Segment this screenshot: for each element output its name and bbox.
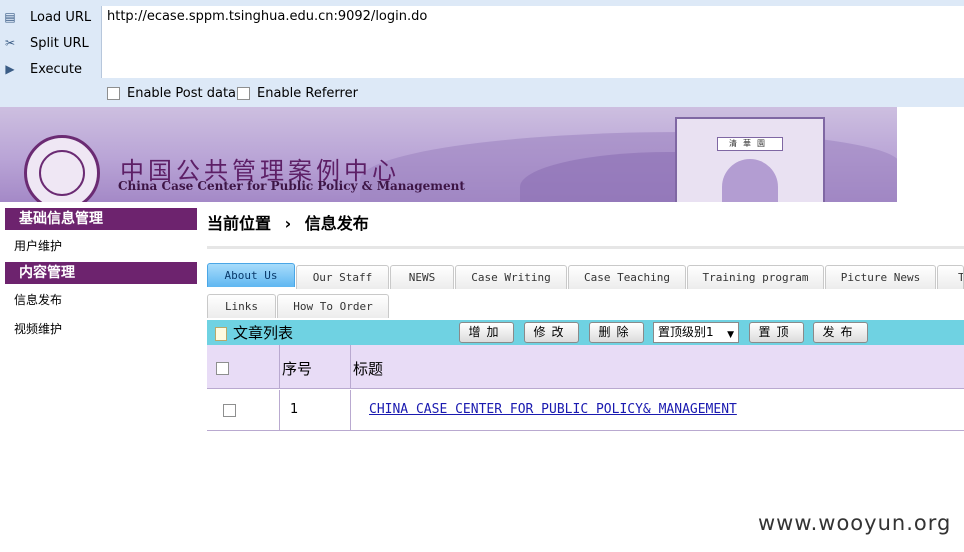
add-button[interactable]: 增加 [459,322,514,343]
tab-training-program[interactable]: Training program [687,265,824,289]
enable-post-data-label: Enable Post data [127,86,237,101]
tab-our-staff[interactable]: Our Staff [296,265,389,289]
select-all-checkbox[interactable] [216,362,229,375]
table-header-row: 序号 标题 [207,345,964,389]
row-checkbox[interactable] [223,404,236,417]
breadcrumb-divider [207,246,964,249]
breadcrumb-current: 信息发布 [304,214,369,233]
scissors-icon: ✂ [4,36,16,50]
sidebar-section-basic-info: 基础信息管理 [5,208,197,230]
tsinghua-gate-image: 清華園 [675,117,825,202]
top-level-select-value: 置顶级别1 [658,325,714,339]
breadcrumb: 当前位置 › 信息发布 [207,210,369,234]
column-divider [279,390,280,431]
school-seal-logo [24,135,100,202]
sidebar: 基础信息管理 用户维护 内容管理 信息发布 视频维护 [0,202,197,552]
hackbar-panel: ▤ Load URL ✂ Split URL ▶ Execute http://… [0,0,964,107]
header-title: 标题 [353,360,384,378]
pin-top-button[interactable]: 置顶 [749,322,804,343]
banner-english-title: China Case Center for Public Policy & Ma… [118,179,465,193]
publish-button[interactable]: 发布 [813,322,868,343]
table-row: 1 CHINA CASE CENTER FOR PUBLIC POLICY& M… [207,390,964,431]
site-banner: 中国公共管理案例中心 China Case Center for Public … [0,107,897,202]
row-seq: 1 [290,402,299,417]
enable-post-data-checkbox[interactable]: Enable Post data [107,86,236,101]
enable-referrer-label: Enable Referrer [257,86,358,101]
url-value: http://ecase.sppm.tsinghua.edu.cn:9092/l… [107,9,428,24]
chevron-down-icon: ▼ [727,330,734,340]
breadcrumb-label: 当前位置 [207,214,272,233]
split-url-label: Split URL [30,35,89,51]
tab-picture-news[interactable]: Picture News [825,265,936,289]
watermark-text: www.wooyun.org [758,511,952,535]
document-icon [215,327,227,341]
tab-case-teaching[interactable]: Case Teaching [568,265,686,289]
article-list-title: 文章列表 [233,324,294,342]
load-url-icon: ▤ [4,10,16,24]
header-seq: 序号 [282,360,313,378]
gate-arch [722,159,778,202]
seal-inner-ring [39,150,85,196]
delete-button[interactable]: 删除 [589,322,644,343]
tab-how-to-order[interactable]: How To Order [277,294,389,318]
breadcrumb-separator: › [284,214,292,233]
top-level-select[interactable]: 置顶级别1 ▼ [653,322,739,343]
execute-button[interactable]: ▶ Execute [0,57,98,81]
play-icon: ▶ [5,62,15,76]
url-textarea[interactable]: http://ecase.sppm.tsinghua.edu.cn:9092/l… [101,6,964,78]
load-url-button[interactable]: ▤ Load URL [0,5,98,29]
sidebar-item-user-maintenance[interactable]: 用户维护 [14,237,62,254]
checkbox-box[interactable] [237,87,250,100]
article-list-toolbar: 文章列表 增加 修改 删除 置顶级别1 ▼ 置顶 发布 [207,320,964,345]
article-title-link[interactable]: CHINA CASE CENTER FOR PUBLIC POLICY& MAN… [369,402,737,417]
enable-referrer-checkbox[interactable]: Enable Referrer [237,86,358,101]
execute-label: Execute [30,61,82,77]
tab-links[interactable]: Links [207,294,276,318]
column-divider [279,345,280,389]
gate-plaque: 清華園 [717,137,783,151]
tab-about-us[interactable]: About Us [207,263,295,287]
sidebar-section-content: 内容管理 [5,262,197,284]
column-divider [350,390,351,431]
edit-button[interactable]: 修改 [524,322,579,343]
sidebar-item-info-publish[interactable]: 信息发布 [14,291,62,308]
split-url-button[interactable]: ✂ Split URL [0,31,98,55]
tab-overflow[interactable]: T [937,265,964,289]
load-url-label: Load URL [30,9,92,25]
checkbox-box[interactable] [107,87,120,100]
sidebar-item-video-maintenance[interactable]: 视频维护 [14,320,62,337]
column-divider [350,345,351,389]
tab-news[interactable]: NEWS [390,265,454,289]
tab-case-writing[interactable]: Case Writing [455,265,567,289]
